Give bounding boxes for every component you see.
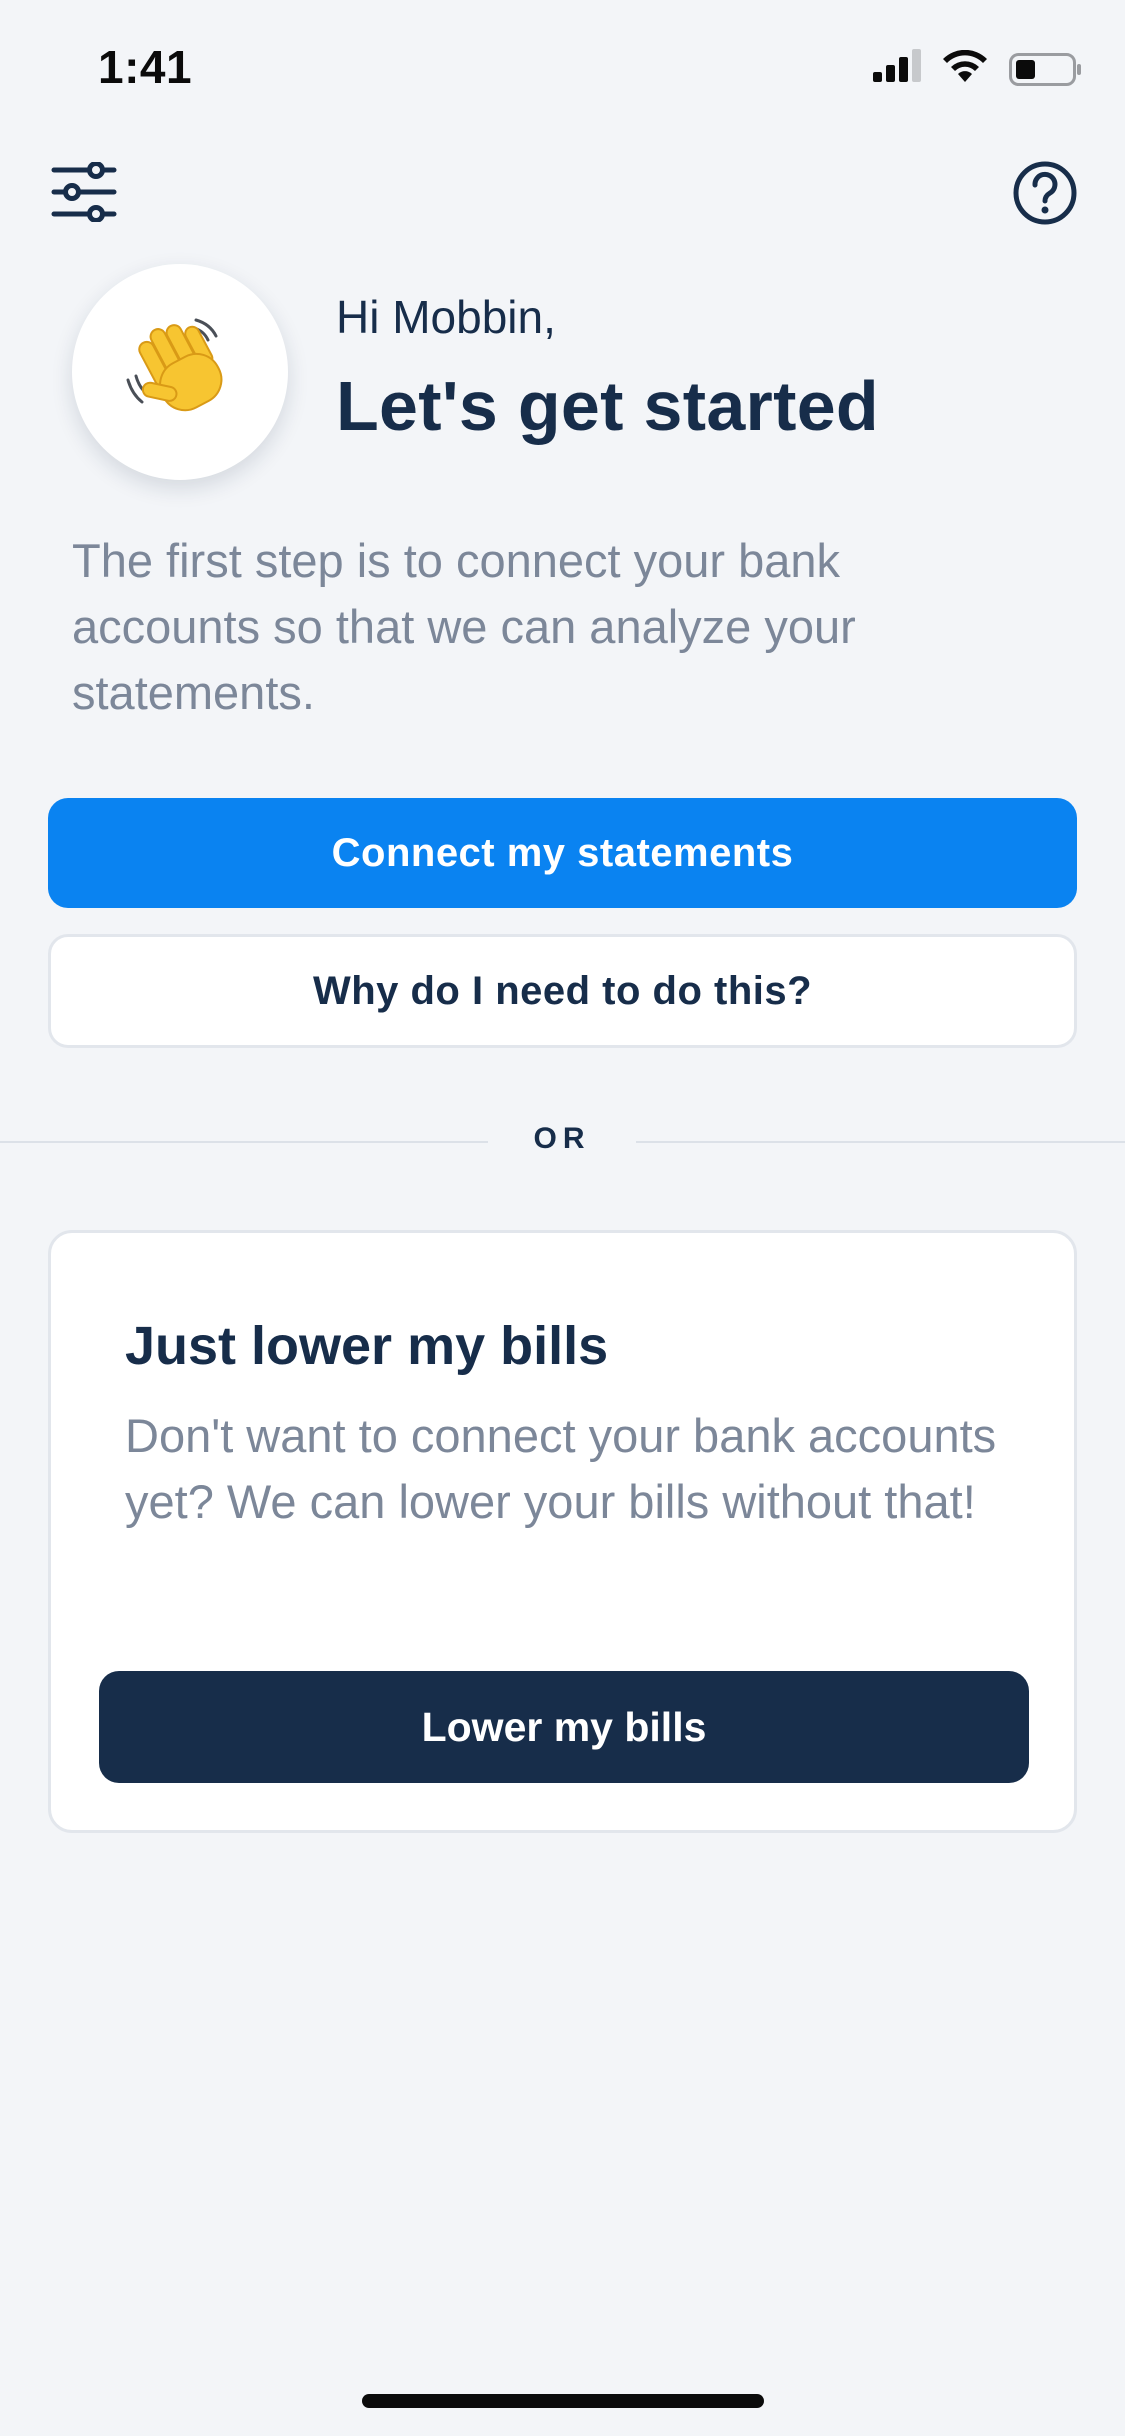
wifi-icon [943, 50, 987, 82]
card-body: Don't want to connect your bank accounts… [125, 1409, 997, 1528]
greeting: Hi Mobbin, [336, 291, 556, 343]
waving-hand-icon [126, 318, 223, 412]
page-title: Let's get started [336, 367, 879, 445]
card-title: Just lower my bills [125, 1316, 609, 1376]
avatar [72, 264, 288, 480]
filters-icon[interactable] [50, 162, 118, 222]
status-bar: 1:41 [0, 0, 1125, 140]
intro-text: The first step is to connect your bank a… [72, 534, 856, 719]
or-divider-label: OR [533, 1122, 591, 1155]
divider-line-left [0, 1141, 488, 1143]
home-indicator[interactable] [362, 2394, 764, 2408]
connect-statements-button[interactable]: Connect my statements [48, 798, 1077, 908]
status-time: 1:41 [98, 41, 193, 93]
battery-icon [1009, 53, 1081, 86]
cellular-signal-icon [873, 49, 921, 82]
divider-line-right [636, 1141, 1125, 1143]
lower-bills-button[interactable]: Lower my bills [99, 1671, 1029, 1783]
help-icon[interactable] [1012, 160, 1078, 226]
why-need-button[interactable]: Why do I need to do this? [48, 934, 1077, 1048]
lower-bills-card: Just lower my bills Don't want to connec… [48, 1230, 1077, 1833]
